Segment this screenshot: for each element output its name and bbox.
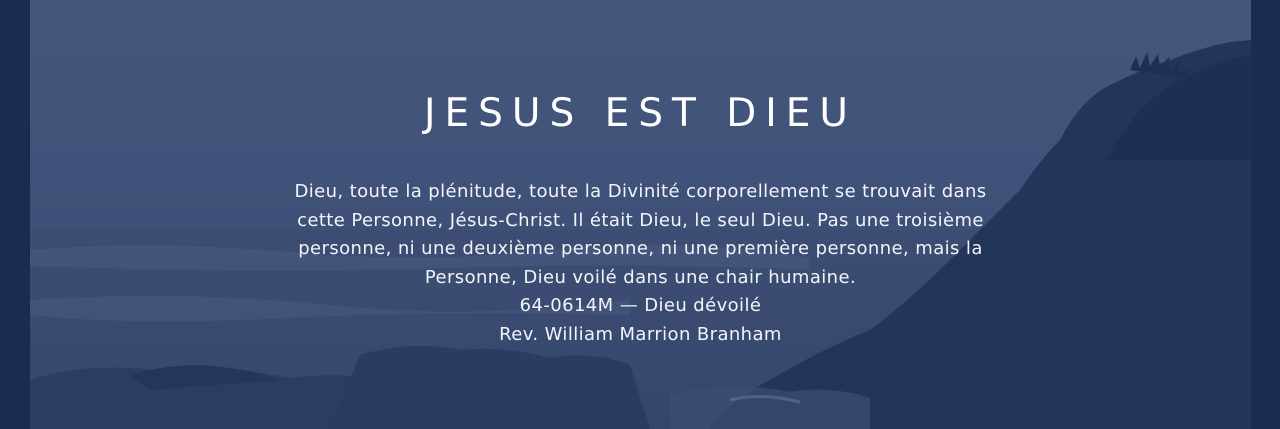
quote-text: Dieu, toute la plénitude, toute la Divin… (294, 181, 987, 288)
quote-block: Dieu, toute la plénitude, toute la Divin… (270, 178, 1011, 349)
page-frame: JESUS EST DIEU Dieu, toute la plénitude,… (0, 0, 1280, 429)
banner-content: JESUS EST DIEU Dieu, toute la plénitude,… (30, 0, 1251, 429)
quote-reference: 64-0614M — Dieu dévoilé (519, 295, 762, 316)
hero-banner: JESUS EST DIEU Dieu, toute la plénitude,… (30, 0, 1251, 429)
banner-title: JESUS EST DIEU (424, 91, 857, 136)
quote-author: Rev. William Marrion Branham (499, 323, 782, 345)
